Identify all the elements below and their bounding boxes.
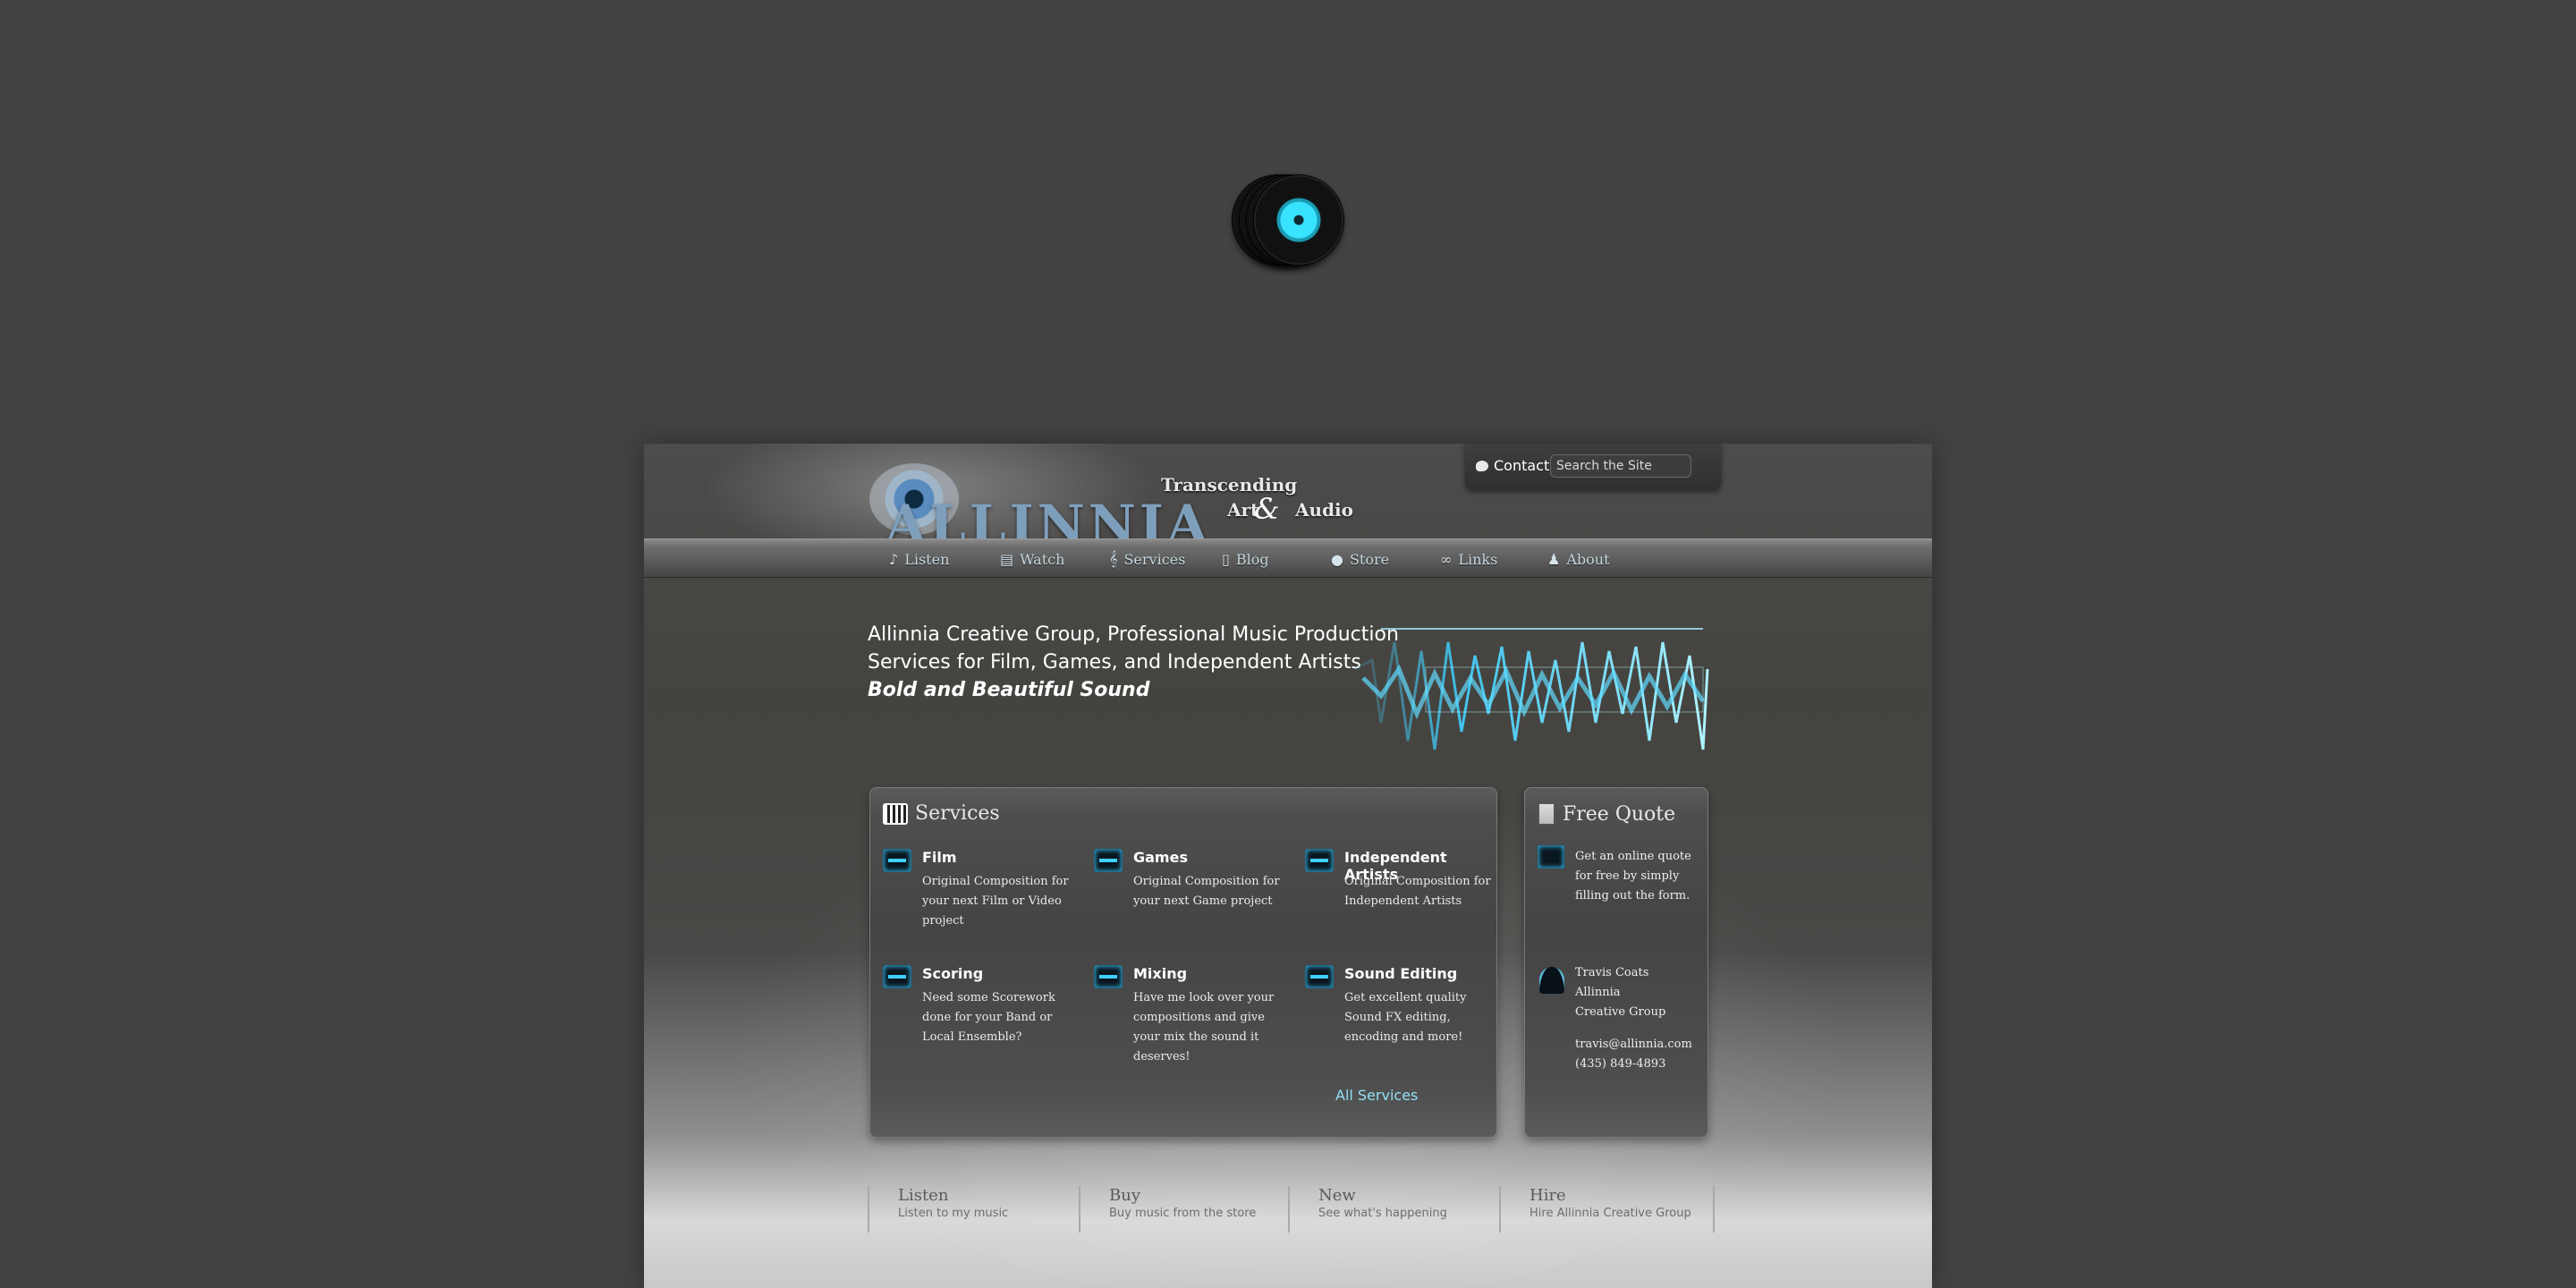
nav-label: Services: [1123, 550, 1186, 568]
person-icon: [1539, 967, 1564, 994]
top-utility-bar: Contact: [1465, 444, 1721, 490]
mixer-icon: [1094, 965, 1123, 988]
nav-item-blog[interactable]: ▯ Blog: [1222, 539, 1269, 579]
audio-waveform-graphic: [1353, 628, 1709, 750]
contact-name: Travis Coats: [1575, 966, 1649, 979]
services-panel: Services Film Original Composition for y…: [869, 787, 1497, 1138]
service-title[interactable]: Games: [1133, 849, 1188, 866]
music-note-icon: ♪: [889, 550, 899, 568]
speech-bubble-icon: [1476, 460, 1488, 471]
hero-line-2: Services for Film, Games, and Independen…: [868, 651, 1361, 674]
nav-label: Watch: [1020, 550, 1065, 568]
free-quote-panel: Free Quote Get an online quote for free …: [1524, 787, 1708, 1138]
film-strip-icon: [883, 849, 911, 872]
hero-slogan: Bold and Beautiful Sound: [868, 679, 1150, 701]
service-title[interactable]: Mixing: [1133, 965, 1187, 982]
nav-label: About: [1566, 550, 1610, 568]
nav-item-listen[interactable]: ♪ Listen: [889, 539, 949, 579]
contact-email[interactable]: travis@allinnia.com: [1575, 1035, 1692, 1055]
service-desc: Need some Scorework done for your Band o…: [922, 991, 1055, 1044]
treble-clef-icon: [883, 965, 911, 988]
waveform-icon: [1305, 965, 1334, 988]
keyboard-icon: [883, 802, 908, 825]
monitor-icon: [1094, 849, 1123, 872]
service-desc: Get excellent quality Sound FX editing, …: [1344, 991, 1467, 1044]
nav-item-store[interactable]: ● Store: [1331, 539, 1389, 579]
quote-header: Free Quote: [1538, 802, 1675, 826]
contact-link[interactable]: Contact: [1476, 457, 1549, 474]
vinyl-loader: [1233, 175, 1343, 265]
contact-phone: (435) 849-4893: [1575, 1057, 1666, 1071]
all-services-link[interactable]: All Services: [1335, 1087, 1418, 1104]
service-title[interactable]: Scoring: [922, 965, 983, 982]
footer-subtitle: Listen to my music: [898, 1207, 1009, 1220]
contact-label: Contact: [1494, 457, 1550, 474]
footer-title: New: [1318, 1186, 1356, 1205]
hero-line-1: Allinnia Creative Group, Professional Mu…: [868, 623, 1399, 646]
footer-title: Buy: [1109, 1186, 1140, 1205]
nav-item-about[interactable]: ♟ About: [1547, 539, 1610, 579]
footer-link-new[interactable]: New See what's happening: [1288, 1186, 1447, 1233]
chain-link-icon: ∞: [1440, 550, 1453, 568]
document-icon: ▯: [1222, 550, 1230, 568]
service-desc: Original Composition for your next Game …: [1133, 875, 1280, 908]
quote-description: Get an online quote for free by simply f…: [1575, 850, 1691, 902]
footer-subtitle: Buy music from the store: [1109, 1207, 1257, 1220]
footer-link-listen[interactable]: Listen Listen to my music: [868, 1186, 1008, 1233]
nav-label: Store: [1349, 550, 1390, 568]
footer-title: Listen: [898, 1186, 949, 1205]
artists-icon: [1305, 849, 1334, 872]
footer-link-hire[interactable]: Hire Hire Allinnia Creative Group: [1499, 1186, 1715, 1233]
nav-label: Listen: [904, 550, 950, 568]
nav-item-services[interactable]: 𝄞 Services: [1109, 539, 1185, 579]
service-title[interactable]: Sound Editing: [1344, 965, 1457, 982]
film-icon: ▤: [1000, 550, 1014, 568]
treble-clef-icon: 𝄞: [1109, 550, 1118, 567]
disc-icon: ●: [1331, 550, 1343, 568]
panel-title[interactable]: Free Quote: [1563, 803, 1675, 826]
tagline-audio: Audio: [1295, 499, 1353, 521]
person-icon: ♟: [1547, 550, 1561, 568]
service-desc: Original Composition for your next Film …: [922, 875, 1069, 928]
footer-subtitle: See what's happening: [1318, 1207, 1447, 1220]
site-container: ALLINNIA Transcending Art & Audio Contac…: [644, 444, 1932, 1288]
tagline-ampersand: &: [1254, 492, 1280, 526]
main-nav: ♪ Listen ▤ Watch 𝄞 Services ▯ Blog ● Sto…: [644, 538, 1932, 578]
nav-label: Blog: [1235, 550, 1269, 568]
services-header: Services: [883, 802, 1000, 825]
contact-org: Allinnia Creative Group: [1575, 986, 1666, 1019]
footer-link-buy[interactable]: Buy Buy music from the store: [1079, 1186, 1256, 1233]
panel-title: Services: [915, 802, 1000, 825]
nav-item-links[interactable]: ∞ Links: [1440, 539, 1497, 579]
footer-title: Hire: [1530, 1186, 1566, 1205]
clipboard-icon: [1538, 802, 1555, 826]
nav-label: Links: [1458, 550, 1498, 568]
service-title[interactable]: Film: [922, 849, 957, 866]
service-desc: Original Composition for Independent Art…: [1344, 875, 1491, 908]
vinyl-disc-icon: [1254, 175, 1343, 265]
form-icon: [1538, 845, 1564, 869]
footer-subtitle: Hire Allinnia Creative Group: [1530, 1207, 1691, 1220]
nav-item-watch[interactable]: ▤ Watch: [1000, 539, 1064, 579]
service-desc: Have me look over your compositions and …: [1133, 991, 1275, 1063]
search-input[interactable]: [1550, 454, 1691, 478]
